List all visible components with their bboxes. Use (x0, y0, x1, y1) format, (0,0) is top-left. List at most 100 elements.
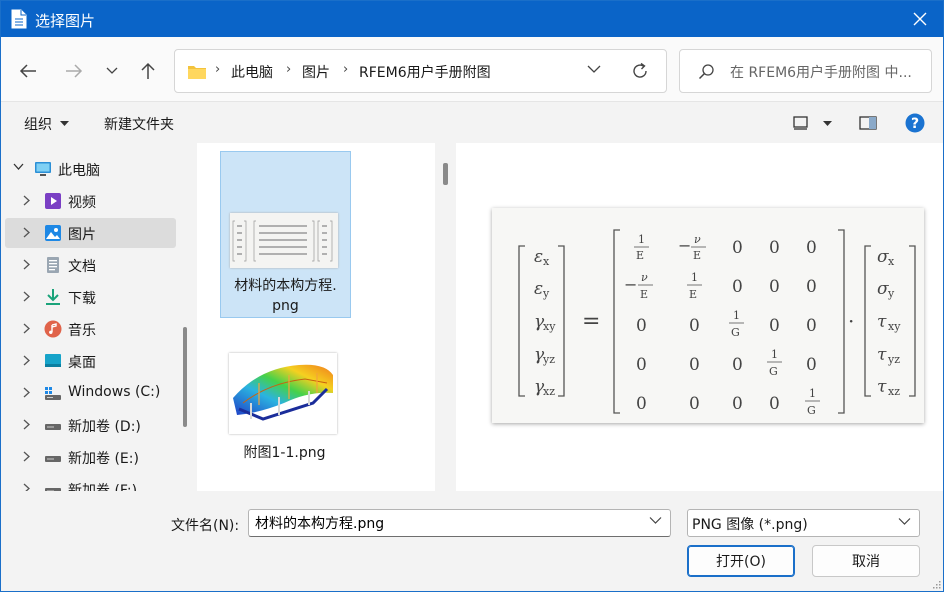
sidebar-item-label: 下载 (68, 291, 96, 307)
chevron-right-icon[interactable] (23, 387, 31, 398)
matrix-zero: 0 (806, 277, 817, 297)
resize-grip-icon[interactable] (931, 579, 941, 589)
address-history-chevron-icon[interactable] (587, 64, 601, 74)
cancel-button[interactable]: 取消 (812, 545, 920, 577)
file-thumbnail (229, 353, 337, 434)
up-button[interactable] (134, 57, 162, 85)
chevron-right-icon[interactable] (23, 227, 31, 238)
matrix-denominator: G (731, 326, 740, 339)
sidebar-item-documents[interactable]: 文档 (5, 250, 176, 280)
sidebar-item-desktop[interactable]: 桌面 (5, 346, 176, 376)
file-item-constitutive-equation[interactable]: 材料的本构方程. png (220, 151, 351, 318)
view-mode-icon[interactable] (793, 116, 809, 130)
search-icon (698, 64, 714, 80)
lhs-subscript: x (543, 255, 550, 268)
file-item-figure-1-1[interactable]: 附图1-1.png (220, 343, 351, 473)
chevron-down-icon[interactable] (13, 163, 24, 171)
download-icon (46, 289, 60, 305)
sidebar-item-downloads[interactable]: 下载 (5, 282, 176, 312)
chevron-right-icon[interactable] (23, 323, 31, 334)
matrix-zero: 0 (636, 316, 647, 336)
organize-label: 组织 (24, 117, 52, 133)
lhs-subscript: xz (543, 385, 555, 398)
breadcrumb-pictures[interactable]: 图片 (302, 62, 330, 82)
chevron-right-icon[interactable] (23, 259, 31, 270)
minus-sign: − (678, 236, 691, 255)
sidebar-item-drive-c[interactable]: Windows (C:) (5, 378, 176, 408)
rhs-subscript: y (887, 287, 895, 300)
file-type-value: PNG 图像 (*.png) (692, 517, 808, 533)
minus-sign: − (624, 275, 637, 294)
breadcrumb-this-pc[interactable]: 此电脑 (231, 62, 273, 82)
sidebar-item-label: 视频 (68, 195, 96, 211)
file-picker-dialog: 选择图片 › 此电脑 › 图片 › RFEM6用户手册附图 在 RFEM6用户手… (0, 0, 944, 592)
matrix-numerator: 1 (771, 348, 778, 361)
chevron-right-icon[interactable] (23, 483, 31, 491)
folder-icon (188, 66, 206, 79)
drive-icon (45, 488, 61, 491)
matrix-zero: 0 (732, 277, 743, 297)
sidebar-item-label: 音乐 (68, 323, 96, 339)
title-bar: 选择图片 (1, 1, 943, 37)
matrix-zero: 0 (732, 394, 743, 414)
sidebar-item-label: 新加卷 (D:) (68, 419, 141, 435)
search-input[interactable]: 在 RFEM6用户手册附图 中... (730, 62, 912, 82)
sidebar-item-music[interactable]: 音乐 (5, 314, 176, 344)
chevron-right-icon[interactable] (23, 419, 31, 430)
open-button[interactable]: 打开(O) (687, 545, 795, 577)
breadcrumb-current-folder[interactable]: RFEM6用户手册附图 (359, 62, 491, 82)
windows-drive-icon (45, 387, 61, 400)
lhs-subscript: y (542, 287, 550, 300)
arrow-left-icon (19, 64, 36, 78)
file-thumbnail (230, 213, 338, 268)
preview-pane-icon[interactable] (859, 116, 877, 130)
sidebar-item-this-pc[interactable]: 此电脑 (5, 154, 176, 184)
sidebar-item-drive-f[interactable]: 新加卷 (F:) (5, 474, 176, 491)
lhs-subscript: yz (542, 353, 555, 366)
refresh-icon[interactable] (631, 62, 649, 80)
sidebar-item-drive-d[interactable]: 新加卷 (D:) (5, 410, 176, 440)
sidebar-item-drive-e[interactable]: 新加卷 (E:) (5, 442, 176, 472)
file-type-select[interactable]: PNG 图像 (*.png) (687, 509, 920, 537)
navigation-bar: › 此电脑 › 图片 › RFEM6用户手册附图 在 RFEM6用户手册附图 中… (1, 37, 943, 101)
new-folder-button[interactable]: 新建文件夹 (104, 114, 174, 134)
preview-image: ε ε γ γ γ x y xy yz xz = 1 E − ν E 0 0 0… (492, 208, 924, 423)
chevron-right-icon[interactable] (23, 195, 31, 206)
file-name: png (272, 298, 299, 314)
chevron-right-icon[interactable] (23, 355, 31, 366)
close-button[interactable] (897, 1, 943, 37)
matrix-zero: 0 (769, 316, 780, 336)
matrix-denominator: E (636, 249, 644, 262)
sidebar-item-pictures[interactable]: 图片 (5, 218, 176, 248)
matrix-numerator: 1 (809, 387, 816, 400)
help-icon[interactable]: ? (905, 113, 925, 133)
organize-menu-button[interactable]: 组织 (24, 114, 70, 134)
filename-history-chevron-icon[interactable] (649, 516, 662, 525)
rhs-subscript: x (888, 255, 895, 268)
address-bar[interactable]: › 此电脑 › 图片 › RFEM6用户手册附图 (174, 49, 667, 93)
sidebar-item-videos[interactable]: 视频 (5, 186, 176, 216)
rhs-subscript: yz (887, 353, 900, 366)
sidebar-scrollbar[interactable] (183, 327, 187, 427)
forward-button[interactable] (60, 57, 88, 85)
desktop-icon (45, 354, 61, 367)
matrix-zero: 0 (689, 394, 700, 414)
arrow-right-icon (66, 64, 83, 78)
caret-down-icon (60, 121, 70, 126)
search-box[interactable]: 在 RFEM6用户手册附图 中... (679, 49, 932, 93)
filename-label: 文件名(N): (171, 518, 240, 534)
breadcrumb-separator: › (343, 62, 349, 77)
matrix-denominator: E (693, 249, 701, 262)
close-icon (913, 12, 927, 26)
file-list-scrollbar[interactable] (443, 163, 448, 185)
recent-locations-button[interactable] (98, 57, 126, 85)
back-button[interactable] (14, 57, 42, 85)
filename-input[interactable] (248, 509, 671, 537)
chevron-right-icon[interactable] (23, 291, 31, 302)
rhs-subscript: xz (888, 385, 900, 398)
chevron-right-icon[interactable] (23, 451, 31, 462)
view-options-caret-icon[interactable] (823, 121, 832, 127)
file-name: 附图1-1.png (243, 445, 326, 461)
multiply-dot: · (848, 309, 854, 333)
matrix-numerator: 1 (733, 309, 740, 322)
